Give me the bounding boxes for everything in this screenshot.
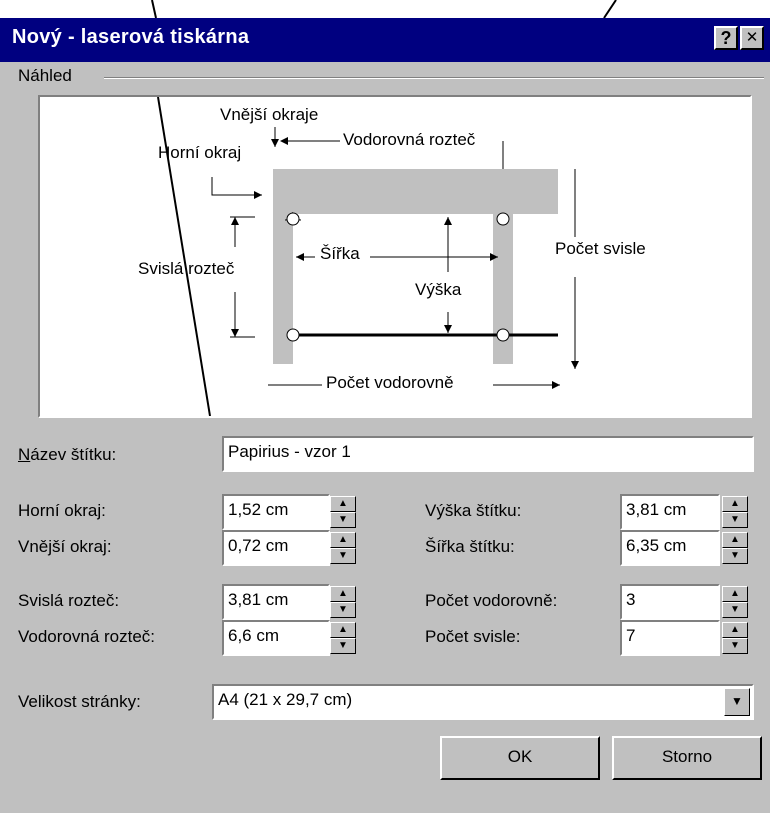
number-down-field-label: Počet svisle: (425, 627, 521, 646)
spin-down-icon[interactable]: ▼ (330, 512, 356, 528)
number-down-label: Počet svisle (555, 239, 646, 258)
top-margin-spinner[interactable]: ▲ ▼ (330, 496, 358, 528)
spin-up-icon[interactable]: ▲ (330, 496, 356, 512)
page-size-select[interactable]: A4 (21 x 29,7 cm) (212, 684, 754, 720)
side-margin-field-label: Vnější okraj: (18, 537, 112, 556)
spin-up-icon[interactable]: ▲ (722, 532, 748, 548)
label-height-spinner[interactable]: ▲ ▼ (722, 496, 750, 528)
label-width-input[interactable]: 6,35 cm (620, 530, 720, 566)
number-across-label: Počet vodorovně (326, 373, 454, 392)
horizontal-pitch-field-label: Vodorovná rozteč: (18, 627, 156, 646)
label-name-input[interactable]: Papirius - vzor 1 (222, 436, 754, 472)
cancel-button[interactable]: Storno (612, 736, 762, 780)
number-down-input[interactable]: 7 (620, 620, 720, 656)
spin-up-icon[interactable]: ▲ (330, 622, 356, 638)
page-size-value: A4 (21 x 29,7 cm) (218, 690, 353, 709)
preview-group-label: Náhled (18, 66, 78, 86)
spin-down-icon[interactable]: ▼ (330, 602, 356, 618)
side-margin-input[interactable]: 0,72 cm (222, 530, 330, 566)
title-bar: Nový - laserová tiskárna ? ✕ (0, 18, 770, 62)
label-width-spinner[interactable]: ▲ ▼ (722, 532, 750, 564)
horizontal-pitch-spinner[interactable]: ▲ ▼ (330, 622, 358, 654)
label-height-input[interactable]: 3,81 cm (620, 494, 720, 530)
height-label: Výška (415, 280, 462, 299)
close-button[interactable]: ✕ (740, 26, 764, 50)
spin-up-icon[interactable]: ▲ (722, 586, 748, 602)
side-margin-spinner[interactable]: ▲ ▼ (330, 532, 358, 564)
preview-panel: Vnější okraje Horní okraj Vodorovná rozt… (38, 95, 752, 418)
help-button[interactable]: ? (714, 26, 738, 50)
spin-up-icon[interactable]: ▲ (722, 622, 748, 638)
window-title: Nový - laserová tiskárna (12, 26, 250, 48)
vertical-pitch-field-label: Svislá rozteč: (18, 591, 120, 610)
spin-down-icon[interactable]: ▼ (330, 638, 356, 654)
top-margin-label: Horní okraj (158, 143, 242, 162)
spin-up-icon[interactable]: ▲ (330, 586, 356, 602)
group-divider (104, 77, 764, 79)
outer-margin-label: Vnější okraje (220, 105, 319, 124)
spin-down-icon[interactable]: ▼ (722, 548, 748, 564)
spin-up-icon[interactable]: ▲ (330, 532, 356, 548)
label-left-column (273, 212, 293, 364)
label-dialog: Nový - laserová tiskárna ? ✕ Náhled Vněj… (0, 18, 770, 813)
number-across-spinner[interactable]: ▲ ▼ (722, 586, 750, 618)
spin-up-icon[interactable]: ▲ (722, 496, 748, 512)
horizontal-pitch-label: Vodorovná rozteč (343, 130, 476, 149)
label-name-label: Název štítku: (18, 445, 117, 464)
number-down-spinner[interactable]: ▲ ▼ (722, 622, 750, 654)
spin-down-icon[interactable]: ▼ (722, 602, 748, 618)
vertical-pitch-input[interactable]: 3,81 cm (222, 584, 330, 620)
top-margin-field-label: Horní okraj: (18, 501, 106, 520)
number-across-field-label: Počet vodorovně: (425, 591, 558, 610)
label-width-field-label: Šířka štítku: (425, 537, 515, 556)
chevron-down-icon[interactable]: ▼ (724, 688, 750, 716)
background-strip (0, 0, 770, 20)
top-margin-input[interactable]: 1,52 cm (222, 494, 330, 530)
ok-button[interactable]: OK (440, 736, 600, 780)
horizontal-pitch-input[interactable]: 6,6 cm (222, 620, 330, 656)
width-label: Šířka (320, 244, 360, 263)
vertical-pitch-spinner[interactable]: ▲ ▼ (330, 586, 358, 618)
label-top-row (273, 169, 558, 212)
spin-down-icon[interactable]: ▼ (722, 512, 748, 528)
spin-down-icon[interactable]: ▼ (330, 548, 356, 564)
spin-down-icon[interactable]: ▼ (722, 638, 748, 654)
vertical-pitch-label: Svislá rozteč (138, 259, 235, 278)
page-size-label: Velikost stránky: (18, 692, 141, 711)
label-height-field-label: Výška štítku: (425, 501, 522, 520)
number-across-input[interactable]: 3 (620, 584, 720, 620)
